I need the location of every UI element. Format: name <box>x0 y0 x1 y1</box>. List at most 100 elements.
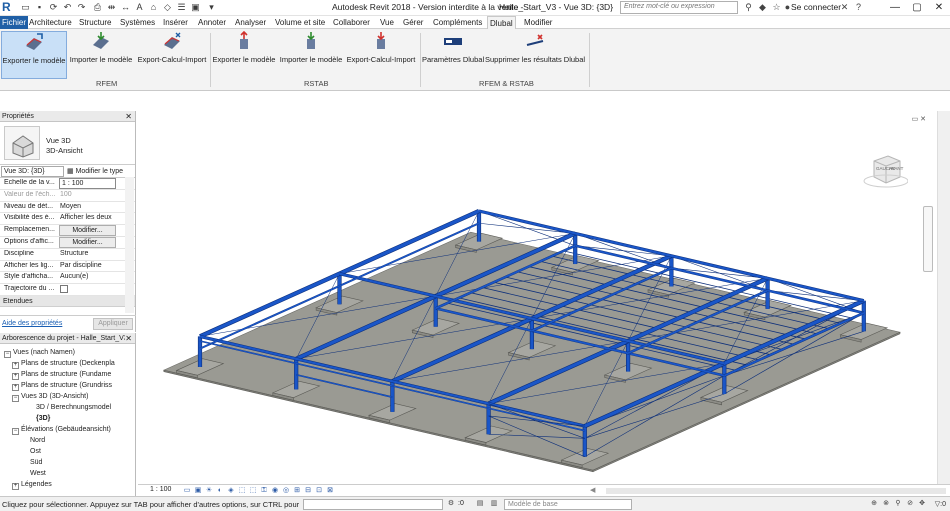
property-value[interactable]: Aucun(e) <box>60 273 88 280</box>
trajectory-checkbox[interactable] <box>60 285 68 294</box>
expand-icon[interactable]: + <box>12 483 19 490</box>
expand-icon[interactable]: + <box>12 362 19 369</box>
tab-structure[interactable]: Structure <box>77 16 113 29</box>
browser-item[interactable]: − Élévations (Gebäudeansicht) <box>12 426 111 435</box>
design-option-dropdown[interactable]: Modèle de base <box>504 499 632 510</box>
dlubal-settings-button[interactable]: Paramètres Dlubal <box>422 31 484 79</box>
browser-item[interactable]: West <box>30 470 46 477</box>
shadows-icon[interactable]: ◐ <box>216 487 224 495</box>
browser-item[interactable]: 3D / Berechnungsmodel <box>36 404 111 411</box>
constraints-icon[interactable]: ⊡ <box>315 487 323 495</box>
highlight-displacement-icon[interactable]: ⊟ <box>304 487 312 495</box>
revit-logo-icon[interactable]: R <box>2 1 15 14</box>
section-icon[interactable]: ◇ <box>162 2 173 13</box>
3d-viewport[interactable]: ▭ ✕ GAUCHE AVANT <box>138 111 950 484</box>
design-options-icon[interactable]: ▤ <box>476 500 484 508</box>
minimize-button[interactable]: — <box>884 0 906 15</box>
visual-style-icon[interactable]: ▣ <box>194 487 202 495</box>
select-underlay-icon[interactable]: ⊗ <box>882 500 890 508</box>
tab-systemes[interactable]: Systèmes <box>118 16 157 29</box>
render-icon[interactable]: ◈ <box>227 487 235 495</box>
select-links-icon[interactable]: ⊕ <box>870 500 878 508</box>
view-close-icon[interactable]: ▭ ✕ <box>912 115 926 123</box>
close-button[interactable]: ✕ <box>928 0 950 15</box>
bracing[interactable] <box>575 245 672 257</box>
3d-view-icon[interactable]: ⌂ <box>148 2 159 13</box>
sync-icon[interactable]: ⟳ <box>48 2 59 13</box>
collapse-icon[interactable]: − <box>12 428 19 435</box>
browser-item[interactable]: + Légendes <box>12 481 52 490</box>
properties-scrollbar[interactable] <box>125 177 134 313</box>
search-input[interactable]: Entrez mot-clé ou expression <box>620 1 738 14</box>
rfem-import-button[interactable]: Importer le modèle <box>69 31 133 79</box>
browser-item[interactable]: Ost <box>30 448 41 455</box>
dlubal-delete-results-button[interactable]: Supprimer les résultats Dlubal <box>485 31 585 79</box>
detail-level-icon[interactable]: ▭ <box>183 487 191 495</box>
expand-icon[interactable]: + <box>12 384 19 391</box>
bracing[interactable] <box>671 267 768 279</box>
edit-type-button[interactable]: ▦ Modifier le type <box>67 166 123 177</box>
crop-view-icon[interactable]: ⬚ <box>238 487 246 495</box>
worksets-icon[interactable]: ⚙ <box>447 500 455 508</box>
type-selector[interactable]: Vue 3D 3D-Ansicht <box>0 122 135 165</box>
tab-inserer[interactable]: Insérer <box>161 16 190 29</box>
property-value[interactable]: Moyen <box>60 203 81 210</box>
signin-button[interactable]: Se connecter <box>791 2 841 12</box>
subscription-icon[interactable]: ◆ <box>757 2 768 13</box>
rstab-export-calc-import-button[interactable]: Export-Calcul-Import <box>346 31 416 79</box>
view-scale[interactable]: 1 : 100 <box>150 486 171 493</box>
temp-hide-icon[interactable]: ◉ <box>271 487 279 495</box>
sun-path-icon[interactable]: ☀ <box>205 487 213 495</box>
view-selector-dropdown[interactable]: Vue 3D: {3D} <box>1 166 64 177</box>
thin-lines-icon[interactable]: ☰ <box>176 2 187 13</box>
tab-architecture[interactable]: Architecture <box>27 16 74 29</box>
navigation-bar[interactable] <box>923 206 933 272</box>
select-by-face-icon[interactable]: ⊘ <box>906 500 914 508</box>
redo-icon[interactable]: ↷ <box>76 2 87 13</box>
workset-dropdown[interactable] <box>303 499 443 510</box>
editable-only-icon[interactable]: ▥ <box>490 500 498 508</box>
browser-item[interactable]: {3D} <box>36 415 50 422</box>
modify-button[interactable]: Modifier... <box>59 225 116 237</box>
section-header-etendues[interactable]: Etendues <box>0 295 135 307</box>
bracing[interactable] <box>478 222 576 234</box>
property-value[interactable]: 1 : 100 <box>59 178 116 189</box>
maximize-button[interactable]: ▢ <box>906 0 928 15</box>
tab-collaborer[interactable]: Collaborer <box>331 16 372 29</box>
open-icon[interactable]: ▭ <box>20 2 31 13</box>
qat-dropdown-icon[interactable]: ▾ <box>206 2 217 13</box>
star-icon[interactable]: ☆ <box>771 2 782 13</box>
dimension-icon[interactable]: ↔ <box>120 2 131 13</box>
viewport-horizontal-scrollbar[interactable] <box>606 488 946 494</box>
print-icon[interactable]: ⎙ <box>92 2 103 13</box>
text-icon[interactable]: A <box>134 2 145 13</box>
property-value[interactable]: Structure <box>60 250 88 257</box>
browser-item[interactable]: + Plans de structure (Deckenpla <box>12 360 115 369</box>
properties-help-link[interactable]: Aide des propriétés <box>2 320 62 327</box>
show-crop-icon[interactable]: ⬚ <box>249 487 257 495</box>
viewport-vertical-scrollbar[interactable] <box>937 111 950 484</box>
rfem-export-button[interactable]: Exporter le modèle <box>1 31 67 79</box>
lock-3d-icon[interactable]: ⚿ <box>260 487 268 495</box>
structural-model[interactable] <box>138 111 936 484</box>
tab-fichier[interactable]: Fichier <box>0 16 29 29</box>
save-icon[interactable]: ▪ <box>34 2 45 13</box>
browser-item[interactable]: − Vues (nach Namen) <box>4 349 75 358</box>
tab-volume-et-site[interactable]: Volume et site <box>273 16 327 29</box>
scroll-left-icon[interactable]: ◀ <box>590 486 595 494</box>
help-icon[interactable]: ? <box>853 2 864 13</box>
tab-annoter[interactable]: Annoter <box>196 16 228 29</box>
rstab-export-button[interactable]: Exporter le modèle <box>212 31 276 79</box>
rfem-export-calc-import-button[interactable]: Export-Calcul-Import <box>137 31 207 79</box>
browser-item[interactable]: Süd <box>30 459 42 466</box>
undo-icon[interactable]: ↶ <box>62 2 73 13</box>
close-icon[interactable]: ✕ <box>125 111 132 122</box>
property-value[interactable]: Afficher les deux <box>60 214 112 221</box>
drag-elements-icon[interactable]: ✥ <box>918 500 926 508</box>
binoculars-icon[interactable]: ⚲ <box>743 2 754 13</box>
browser-item[interactable]: Nord <box>30 437 45 444</box>
tab-vue[interactable]: Vue <box>378 16 396 29</box>
collapse-icon[interactable]: − <box>12 395 19 402</box>
analytical-model-icon[interactable]: ⊞ <box>293 487 301 495</box>
tab-analyser[interactable]: Analyser <box>233 16 268 29</box>
